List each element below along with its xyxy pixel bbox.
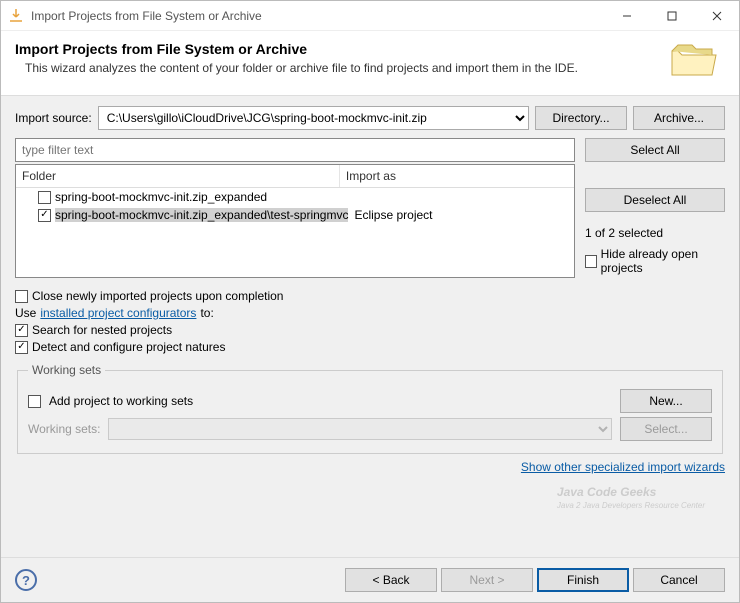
back-button[interactable]: < Back	[345, 568, 437, 592]
dialog-window: Import Projects from File System or Arch…	[0, 0, 740, 603]
directory-button[interactable]: Directory...	[535, 106, 627, 130]
add-to-ws-checkbox[interactable]	[28, 395, 41, 408]
row-folder-name: spring-boot-mockmvc-init.zip_expanded\te…	[55, 208, 348, 222]
close-newly-label: Close newly imported projects upon compl…	[32, 289, 283, 303]
close-newly-checkbox[interactable]	[15, 290, 28, 303]
row-checkbox[interactable]	[38, 191, 51, 204]
select-ws-button: Select...	[620, 417, 712, 441]
hide-open-label: Hide already open projects	[601, 247, 725, 275]
filter-input[interactable]	[15, 138, 575, 162]
row-import-as: Eclipse project	[348, 208, 570, 222]
ws-select	[108, 418, 612, 440]
import-source-combo[interactable]: C:\Users\gillo\iCloudDrive\JCG\spring-bo…	[98, 106, 529, 130]
specialized-wizards-link[interactable]: Show other specialized import wizards	[521, 460, 725, 474]
row-checkbox[interactable]: ✓	[38, 209, 51, 222]
deselect-all-button[interactable]: Deselect All	[585, 188, 725, 212]
use-prefix: Use	[15, 306, 36, 320]
close-button[interactable]	[694, 1, 739, 31]
new-ws-button[interactable]: New...	[620, 389, 712, 413]
selection-status: 1 of 2 selected	[585, 226, 725, 240]
banner: Import Projects from File System or Arch…	[1, 31, 739, 96]
footer: ? < Back Next > Finish Cancel	[1, 557, 739, 602]
dialog-body: Import source: C:\Users\gillo\iCloudDriv…	[1, 96, 739, 557]
cancel-button[interactable]: Cancel	[633, 568, 725, 592]
import-source-label: Import source:	[15, 111, 92, 125]
next-button: Next >	[441, 568, 533, 592]
hide-open-checkbox[interactable]	[585, 255, 597, 268]
search-nested-checkbox[interactable]: ✓	[15, 324, 28, 337]
finish-button[interactable]: Finish	[537, 568, 629, 592]
col-folder[interactable]: Folder	[16, 165, 340, 187]
minimize-button[interactable]	[604, 1, 649, 31]
row-folder-name: spring-boot-mockmvc-init.zip_expanded	[55, 190, 267, 204]
folder-icon	[661, 41, 725, 81]
installed-configurators-link[interactable]: installed project configurators	[40, 306, 196, 320]
projects-table: Folder Import as spring-boot-mockmvc-ini…	[15, 164, 575, 278]
import-source-row: Import source: C:\Users\gillo\iCloudDriv…	[15, 106, 725, 130]
table-row[interactable]: spring-boot-mockmvc-init.zip_expanded	[16, 188, 574, 206]
titlebar: Import Projects from File System or Arch…	[1, 1, 739, 31]
archive-button[interactable]: Archive...	[633, 106, 725, 130]
working-sets-group: Working sets Add project to working sets…	[17, 363, 723, 454]
ws-label: Working sets:	[28, 422, 100, 436]
banner-description: This wizard analyzes the content of your…	[15, 61, 661, 75]
window-title: Import Projects from File System or Arch…	[31, 9, 604, 23]
banner-title: Import Projects from File System or Arch…	[15, 41, 661, 57]
watermark: Java Code Geeks Java 2 Java Developers R…	[15, 474, 725, 498]
search-nested-label: Search for nested projects	[32, 323, 172, 337]
detect-natures-checkbox[interactable]: ✓	[15, 341, 28, 354]
project-area: Folder Import as spring-boot-mockmvc-ini…	[15, 138, 725, 278]
select-all-button[interactable]: Select All	[585, 138, 725, 162]
maximize-button[interactable]	[649, 1, 694, 31]
import-icon	[1, 8, 31, 24]
detect-natures-label: Detect and configure project natures	[32, 340, 225, 354]
col-import-as[interactable]: Import as	[340, 165, 574, 187]
table-row[interactable]: ✓ spring-boot-mockmvc-init.zip_expanded\…	[16, 206, 574, 224]
working-sets-legend: Working sets	[28, 363, 105, 377]
help-button[interactable]: ?	[15, 569, 37, 591]
add-to-ws-label: Add project to working sets	[49, 394, 612, 408]
use-suffix: to:	[200, 306, 213, 320]
